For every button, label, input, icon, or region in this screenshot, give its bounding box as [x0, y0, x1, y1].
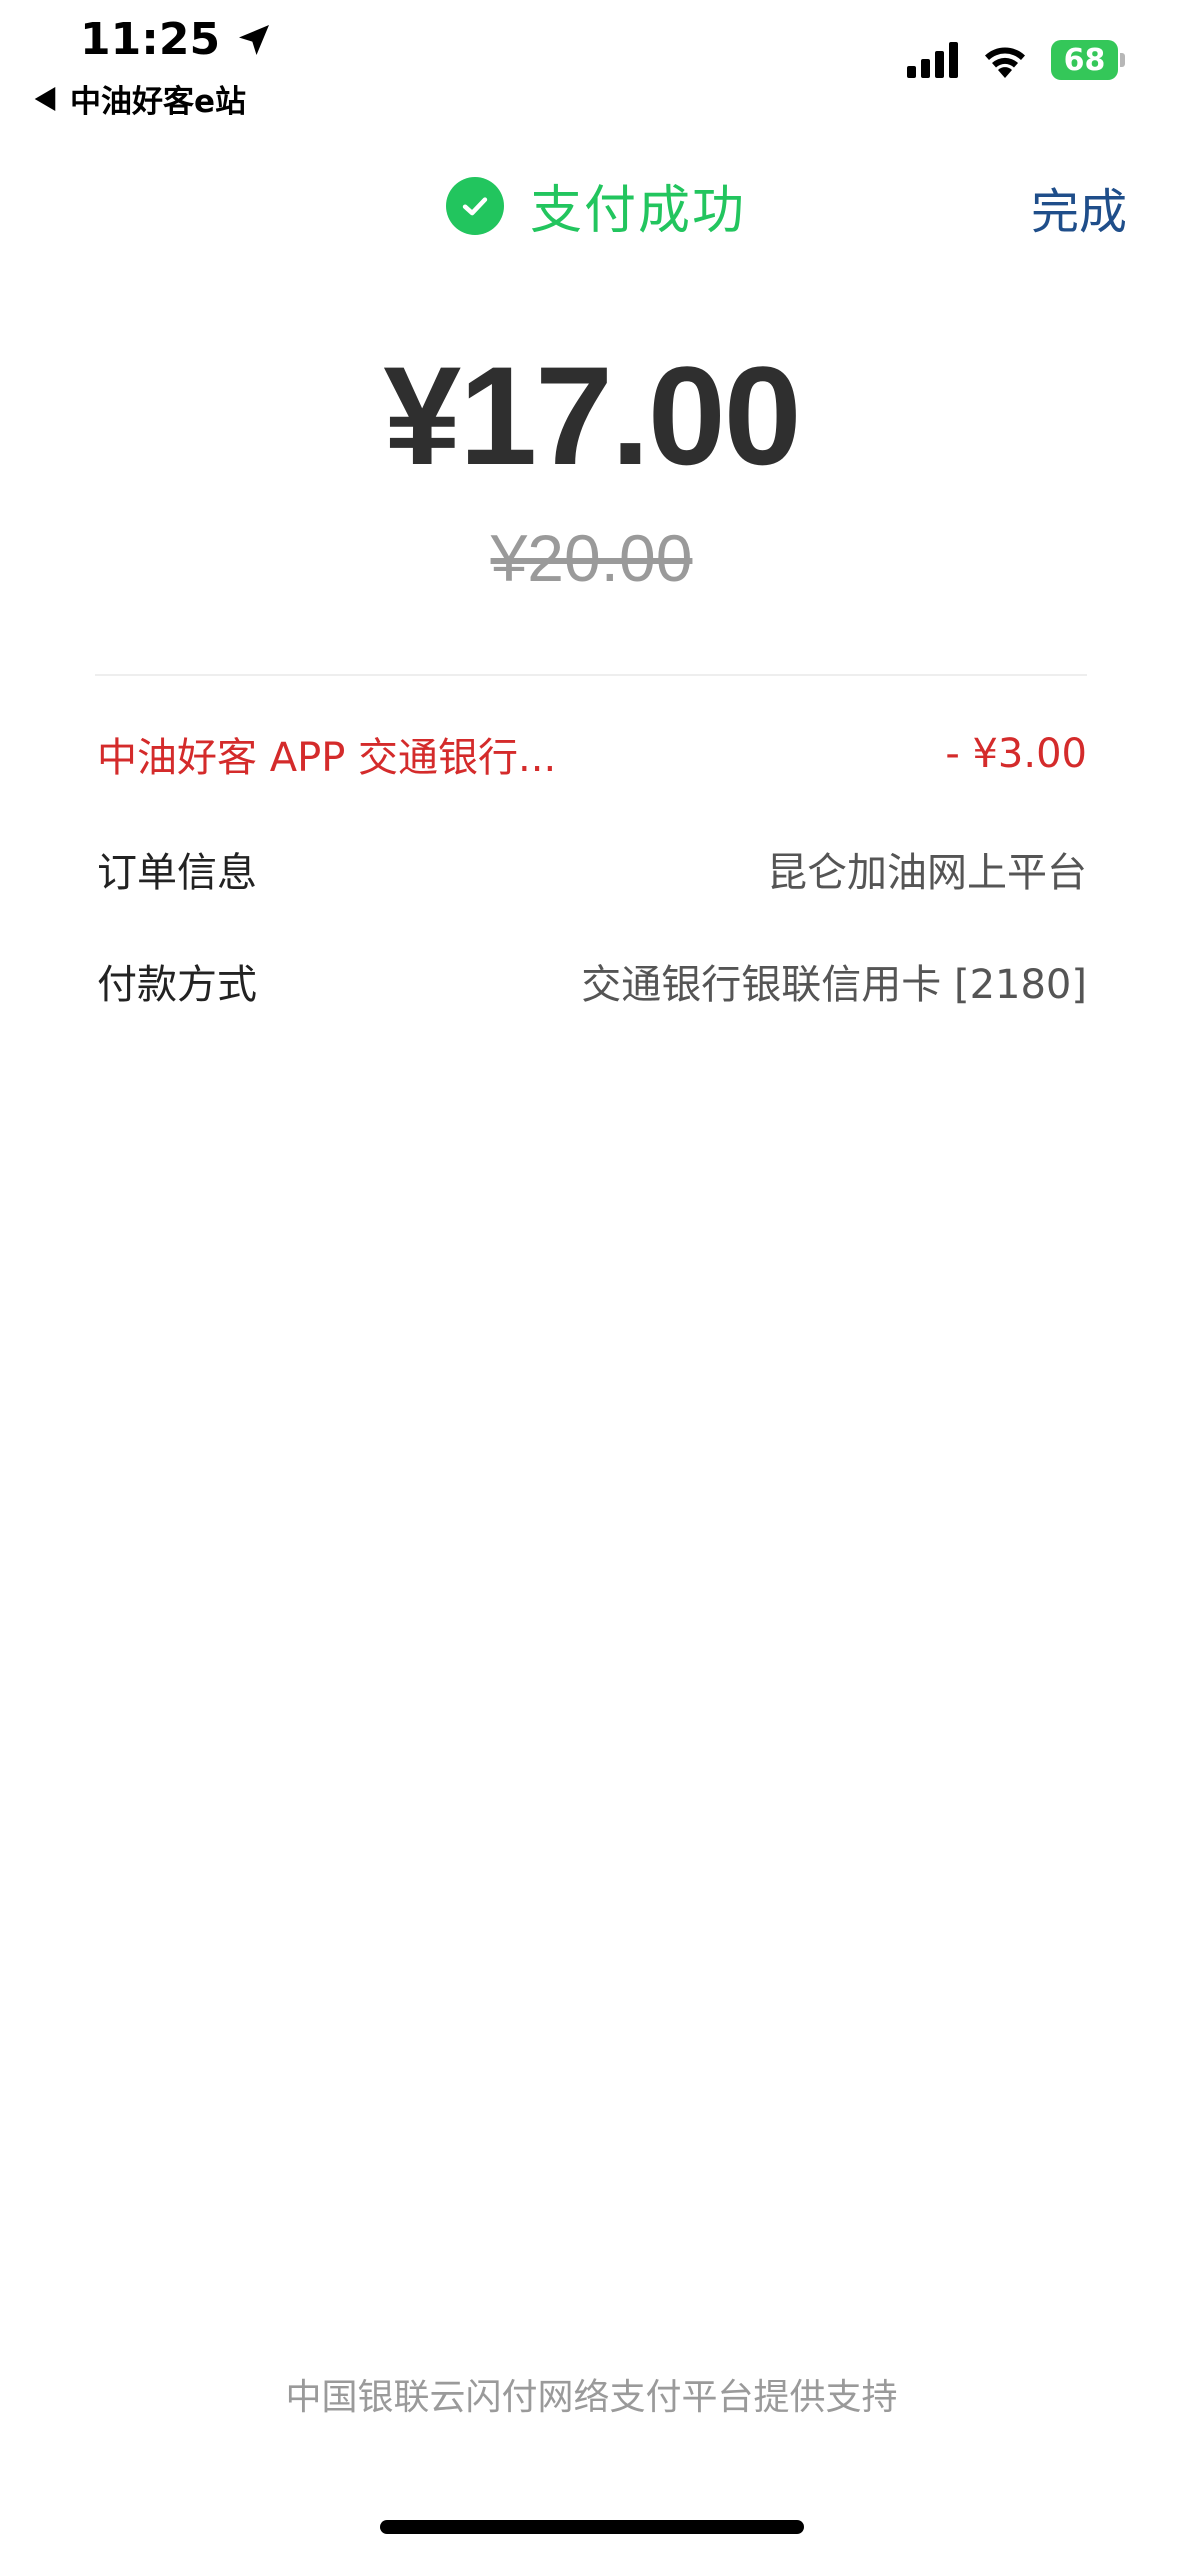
battery-level: 68: [1063, 42, 1106, 78]
status-indicators: 68: [907, 40, 1125, 80]
back-app-label: 中油好客e站: [70, 84, 247, 120]
battery-body: 68: [1051, 40, 1119, 80]
battery-tip: [1120, 53, 1125, 67]
payment-success-text: 支付成功: [530, 181, 747, 241]
order-info-row: 订单信息 昆仑加油网上平台: [97, 840, 1087, 898]
success-check-icon: [446, 176, 504, 235]
order-info-label: 订单信息: [97, 850, 257, 896]
discount-label: 中油好客 APP 交通银行...: [97, 735, 557, 781]
divider: [95, 674, 1087, 676]
back-triangle-icon: [34, 86, 56, 111]
status-time: 11:25: [80, 14, 274, 65]
order-info-value: 昆仑加油网上平台: [767, 850, 1087, 896]
paid-amount: ¥17.00: [383, 337, 801, 494]
discount-row: 中油好客 APP 交通银行... - ¥3.00: [97, 725, 1087, 783]
payment-method-value: 交通银行银联信用卡 [2180]: [581, 962, 1087, 1008]
payment-method-row: 付款方式 交通银行银联信用卡 [2180]: [97, 952, 1087, 1010]
location-arrow-icon: [239, 24, 270, 55]
status-bar: 11:25 中油好客e站 68: [0, 0, 1183, 140]
time-text: 11:25: [80, 14, 221, 65]
payment-success-status: 支付成功: [446, 168, 746, 243]
original-amount: ¥20.00: [490, 521, 693, 595]
discount-value: - ¥3.00: [945, 731, 1087, 777]
done-button[interactable]: 完成: [1031, 172, 1127, 242]
wifi-icon: [985, 47, 1025, 78]
footer-support-text: 中国银联云闪付网络支付平台提供支持: [285, 2377, 898, 2418]
home-indicator[interactable]: [380, 2520, 804, 2534]
cellular-signal-icon: [907, 42, 958, 78]
result-header: 支付成功 完成: [0, 150, 1183, 260]
payment-method-label: 付款方式: [97, 962, 257, 1008]
battery-indicator: 68: [1051, 40, 1125, 80]
back-to-app-button[interactable]: 中油好客e站: [34, 76, 246, 121]
